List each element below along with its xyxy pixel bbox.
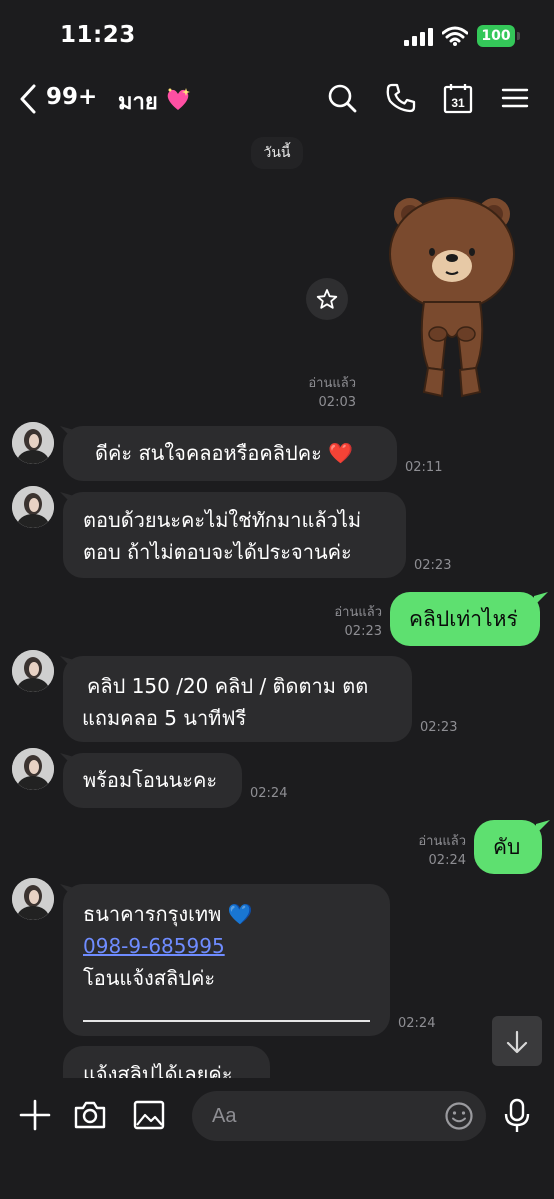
message-text: พร้อมโอนนะคะ bbox=[83, 768, 218, 792]
message-bubble[interactable]: ธนาคารกรุงเทพ 💙 098-9-685995 โอนแจ้งสลิป… bbox=[63, 884, 390, 1036]
message-input[interactable] bbox=[212, 1091, 442, 1141]
star-icon bbox=[316, 289, 338, 309]
message-text-line: แถมคลอ 5 นาทีฟรี bbox=[82, 706, 247, 730]
message-bubble[interactable]: ดีค่ะ สนใจคลอหรือคลิปคะ ❤️ bbox=[63, 426, 397, 481]
message-text-line: ตอบ ถ้าไม่ตอบจะได้ประจานค่ะ bbox=[83, 540, 352, 564]
menu-icon[interactable] bbox=[499, 82, 531, 114]
battery-tip bbox=[517, 32, 520, 40]
image-icon[interactable] bbox=[132, 1098, 166, 1132]
message-text-line: ตอบด้วยนะคะไม่ใช่ทักมาแล้วไม่ bbox=[83, 508, 362, 532]
avatar[interactable] bbox=[12, 748, 54, 790]
message-meta: อ่านแล้ว 02:03 bbox=[296, 374, 356, 412]
read-receipt: อ่านแล้ว bbox=[308, 376, 356, 391]
battery-indicator: 100 bbox=[477, 25, 515, 47]
calendar-day: 31 bbox=[451, 96, 465, 110]
message-time: 02:24 bbox=[250, 786, 288, 801]
bubble-tail bbox=[534, 592, 548, 606]
bank-name: ธนาคารกรุงเทพ 💙 bbox=[83, 902, 253, 926]
arrow-down-icon bbox=[506, 1030, 528, 1054]
message-time: 02:03 bbox=[318, 395, 356, 410]
message-bubble[interactable]: คลิป 150 /20 คลิป / ติดตาม ตต แถมคลอ 5 น… bbox=[63, 656, 412, 742]
calendar-icon[interactable]: 31 bbox=[442, 82, 474, 114]
message-meta: อ่านแล้ว 02:23 bbox=[318, 603, 382, 641]
status-time: 11:23 bbox=[60, 22, 136, 48]
status-bar: 11:23 100 bbox=[0, 0, 554, 70]
message-text: คลิปเท่าไหร่ bbox=[409, 607, 518, 631]
avatar[interactable] bbox=[12, 650, 54, 692]
read-receipt: อ่านแล้ว bbox=[418, 834, 466, 849]
search-icon[interactable] bbox=[326, 82, 358, 114]
message-bubble[interactable]: คับ bbox=[474, 820, 542, 874]
sparkling-heart-icon bbox=[167, 88, 190, 110]
message-time: 02:11 bbox=[405, 460, 443, 475]
back-chevron-icon[interactable] bbox=[16, 82, 42, 116]
transfer-note: โอนแจ้งสลิปค่ะ bbox=[83, 966, 216, 990]
date-divider: วันนี้ bbox=[251, 137, 303, 169]
message-text: ดีค่ะ สนใจคลอหรือคลิปคะ ❤️ bbox=[95, 441, 354, 465]
message-input-bar bbox=[0, 1078, 554, 1199]
message-bubble[interactable]: คลิปเท่าไหร่ bbox=[390, 592, 540, 646]
read-receipt: อ่านแล้ว bbox=[334, 605, 382, 620]
message-text-line: คลิป 150 /20 คลิป / ติดตาม ตต bbox=[87, 674, 369, 698]
camera-icon[interactable] bbox=[73, 1098, 107, 1132]
message-meta: อ่านแล้ว 02:24 bbox=[404, 832, 466, 870]
message-bubble[interactable]: พร้อมโอนนะคะ bbox=[63, 753, 242, 808]
avatar[interactable] bbox=[12, 422, 54, 464]
message-text: คับ bbox=[493, 835, 521, 859]
emoji-icon[interactable] bbox=[444, 1101, 474, 1131]
mic-icon[interactable] bbox=[502, 1098, 532, 1134]
message-time: 02:24 bbox=[428, 853, 466, 868]
favorite-sticker-button[interactable] bbox=[306, 278, 348, 320]
unread-count[interactable]: 99+ bbox=[46, 84, 97, 110]
chat-header: 99+ มาย 31 bbox=[0, 70, 554, 130]
scroll-to-bottom-button[interactable] bbox=[492, 1016, 542, 1066]
wifi-icon bbox=[442, 26, 468, 46]
message-time: 02:23 bbox=[420, 720, 458, 735]
plus-icon[interactable] bbox=[18, 1098, 52, 1132]
avatar[interactable] bbox=[12, 486, 54, 528]
cellular-signal-icon bbox=[404, 28, 433, 46]
message-time: 02:23 bbox=[344, 624, 382, 639]
message-input-field[interactable] bbox=[192, 1091, 486, 1141]
phone-icon[interactable] bbox=[385, 82, 417, 114]
message-bubble[interactable]: ตอบด้วยนะคะไม่ใช่ทักมาแล้วไม่ ตอบ ถ้าไม่… bbox=[63, 492, 406, 578]
brown-bear-sticker[interactable] bbox=[384, 192, 520, 402]
bubble-tail bbox=[536, 820, 550, 834]
contact-name[interactable]: มาย bbox=[118, 84, 158, 119]
account-number-link[interactable]: 098-9-685995 bbox=[83, 930, 390, 962]
message-time: 02:24 bbox=[398, 1016, 436, 1031]
message-time: 02:23 bbox=[414, 558, 452, 573]
avatar[interactable] bbox=[12, 878, 54, 920]
divider-line bbox=[83, 1020, 370, 1022]
